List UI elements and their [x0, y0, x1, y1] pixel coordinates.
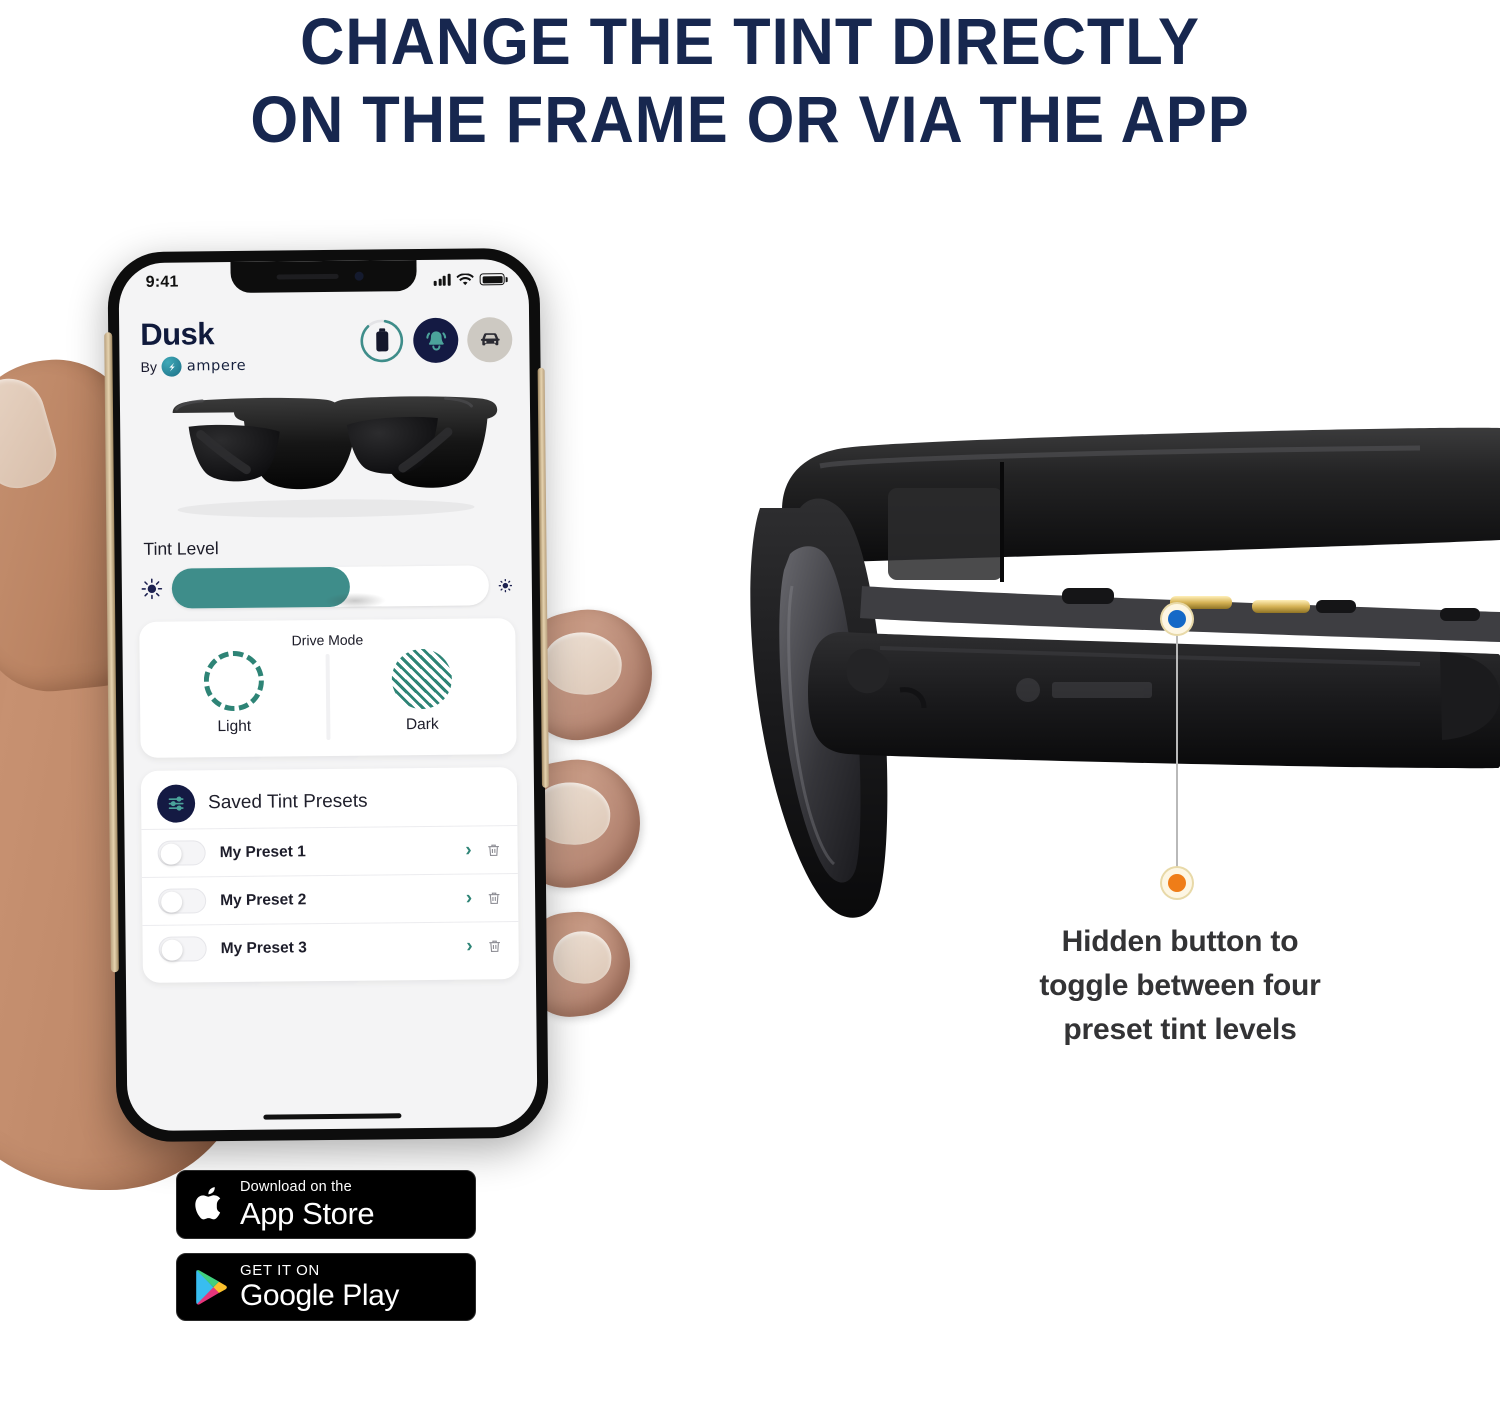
page-title: Dusk — [140, 316, 215, 352]
tint-slider[interactable] — [171, 565, 490, 610]
badge-big-text: Google Play — [240, 1278, 400, 1312]
sliders-icon — [156, 784, 196, 823]
headline-line-1: CHANGE THE TINT DIRECTLY — [300, 4, 1200, 78]
wifi-icon — [456, 272, 474, 285]
fingernail — [550, 928, 614, 987]
brand-by-label: By — [140, 358, 157, 375]
callout-marker-button-location — [1162, 604, 1192, 634]
preset-toggle[interactable] — [158, 888, 207, 914]
brand-wordmark: ampere — [186, 357, 247, 375]
callout-line-1: Hidden button to — [1061, 925, 1299, 958]
google-play-logo-icon — [196, 1269, 227, 1305]
tint-slider-row — [139, 565, 515, 610]
tint-level-label: Tint Level — [143, 538, 219, 559]
dusk-app: Dusk By ampere Tint Level Drive Mode Lig… — [119, 293, 538, 1131]
phone-screen: 9:41 Dusk By ampere Tint Level Drive Mod… — [118, 258, 538, 1132]
callout-line-3: preset tint levels — [1063, 1013, 1297, 1046]
app-header: Dusk By ampere — [136, 293, 513, 377]
sun-bright-icon — [141, 578, 163, 600]
chevron-right-icon[interactable]: › — [466, 888, 473, 909]
callout-marker-text-anchor — [1162, 868, 1192, 898]
headline-line-2: ON THE FRAME OR VIA THE APP — [250, 82, 1250, 156]
smartphone: 9:41 Dusk By ampere Tint Level Drive Mod… — [104, 247, 549, 1143]
store-badges: Download on the App Store GET IT ON Goog… — [176, 1170, 476, 1321]
trash-icon[interactable] — [486, 841, 502, 859]
battery-glyph-icon — [375, 330, 388, 351]
chevron-right-icon[interactable]: › — [465, 840, 472, 861]
thumb-nail — [0, 370, 64, 496]
presets-title: Saved Tint Presets — [208, 790, 368, 814]
callout-connector-line — [1176, 630, 1178, 880]
badge-small-text: GET IT ON — [240, 1261, 320, 1279]
list-item[interactable]: My Preset 1 › — [141, 825, 518, 877]
saved-tint-presets-card: Saved Tint Presets My Preset 1 › My Pres… — [140, 767, 519, 983]
app-store-badge[interactable]: Download on the App Store — [176, 1170, 476, 1239]
callout-line-2: toggle between four — [1039, 969, 1321, 1002]
earpiece-speaker — [276, 273, 339, 280]
badge-small-text: Download on the — [240, 1179, 352, 1195]
tint-slider-fill — [171, 566, 350, 609]
badge-big-text: App Store — [240, 1195, 375, 1231]
fingernail — [541, 629, 624, 698]
trash-icon[interactable] — [486, 889, 502, 907]
list-item[interactable]: My Preset 2 › — [141, 873, 519, 925]
battery-icon — [479, 273, 505, 286]
status-time: 9:41 — [145, 273, 179, 291]
sun-dim-icon — [498, 578, 513, 592]
front-camera — [354, 271, 364, 281]
phone-notch — [230, 260, 417, 293]
drive-mode-label: Dark — [405, 715, 439, 733]
battery-status-icon[interactable] — [359, 318, 404, 363]
drive-mode-card: Drive Mode Light Dark — [139, 618, 517, 758]
brand-block: Dusk By ampere — [136, 316, 246, 377]
hatched-circle-icon — [391, 648, 453, 709]
apple-logo-icon — [195, 1187, 221, 1220]
tint-slider-thumb-shadow — [324, 592, 387, 610]
cellular-bars-icon — [433, 273, 451, 286]
page-headline: CHANGE THE TINT DIRECTLY ON THE FRAME OR… — [0, 0, 1500, 158]
sunglasses-front-image — [137, 379, 515, 533]
header-icon-group — [359, 315, 513, 364]
drive-mode-label: Light — [217, 717, 252, 735]
preset-toggle[interactable] — [158, 936, 207, 962]
preset-name: My Preset 1 — [219, 842, 306, 861]
preset-name: My Preset 2 — [220, 890, 307, 909]
google-play-badge[interactable]: GET IT ON Google Play — [176, 1252, 476, 1321]
brand-subtitle: By ampere — [140, 356, 246, 377]
dashed-circle-icon — [203, 650, 265, 711]
trash-icon[interactable] — [487, 937, 503, 955]
car-icon[interactable] — [467, 317, 513, 363]
list-item[interactable]: My Preset 3 › — [142, 921, 519, 973]
bell-icon[interactable] — [413, 317, 459, 364]
chevron-right-icon[interactable]: › — [466, 935, 473, 956]
ampere-logo-icon — [161, 356, 183, 377]
preset-toggle[interactable] — [157, 840, 206, 866]
presets-header: Saved Tint Presets — [141, 781, 517, 829]
callout-text: Hidden button to toggle between four pre… — [960, 920, 1400, 1052]
preset-name: My Preset 3 — [220, 938, 307, 957]
